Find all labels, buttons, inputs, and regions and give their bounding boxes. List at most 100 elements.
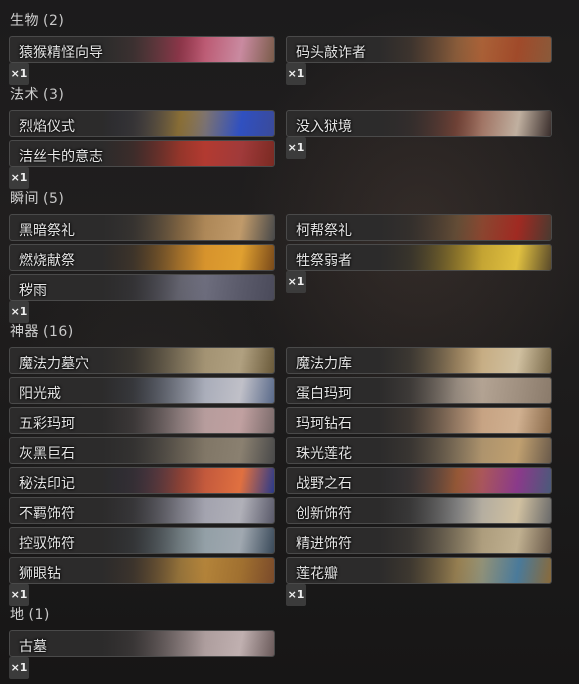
card-name: 黑暗祭礼 xyxy=(19,223,75,239)
card-name: 秽雨 xyxy=(19,283,47,299)
card-row[interactable]: 灰黑巨石 xyxy=(9,437,275,464)
card-art-image xyxy=(102,631,274,656)
card-row[interactable]: 码头敲诈者 xyxy=(286,36,552,63)
card-name: 狮眼钻 xyxy=(19,566,61,582)
card-art-image xyxy=(102,245,274,270)
quantity-badge: ×1 xyxy=(9,167,29,189)
card-name: 创新饰符 xyxy=(296,506,352,522)
card-art-image xyxy=(379,528,551,553)
card-row[interactable]: 战野之石 xyxy=(286,467,552,494)
card-art-image xyxy=(102,37,274,62)
quantity-badge: ×1 xyxy=(9,657,29,679)
card-name: 控驭饰符 xyxy=(19,536,75,552)
card-art-image xyxy=(379,378,551,403)
card-art-image xyxy=(102,111,274,136)
card-row[interactable]: 莲花瓣 xyxy=(286,557,552,584)
card-name: 阳光戒 xyxy=(19,386,61,402)
card-row[interactable]: 洁丝卡的意志 xyxy=(9,140,275,167)
card-name: 魔法力库 xyxy=(296,356,352,372)
card-name: 秘法印记 xyxy=(19,476,75,492)
card-art-image xyxy=(102,215,274,240)
card-art-image xyxy=(102,348,274,373)
card-name: 不羁饰符 xyxy=(19,506,75,522)
card-name: 玛珂钻石 xyxy=(296,416,352,432)
quantity-badge: ×1 xyxy=(286,271,306,293)
card-art-image xyxy=(102,438,274,463)
card-name: 战野之石 xyxy=(296,476,352,492)
card-row[interactable]: 猿猴精怪向导 xyxy=(9,36,275,63)
card-row[interactable]: 古墓 xyxy=(9,630,275,657)
card-row[interactable]: 不羁饰符 xyxy=(9,497,275,524)
section-title: 瞬间 (5) xyxy=(10,188,64,208)
card-row[interactable]: 秽雨 xyxy=(9,274,275,301)
card-name: 猿猴精怪向导 xyxy=(19,45,103,61)
section-count: (3) xyxy=(43,87,65,103)
card-row[interactable]: 魔法力墓穴 xyxy=(9,347,275,374)
card-row[interactable]: 魔法力库 xyxy=(286,347,552,374)
card-art-image xyxy=(102,528,274,553)
section-title: 法术 (3) xyxy=(10,84,64,104)
card-art-image xyxy=(379,438,551,463)
card-row[interactable]: 柯帮祭礼 xyxy=(286,214,552,241)
quantity-badge: ×1 xyxy=(9,584,29,606)
card-name: 精进饰符 xyxy=(296,536,352,552)
card-row[interactable]: 玛珂钻石 xyxy=(286,407,552,434)
card-art-image xyxy=(379,558,551,583)
section-title: 神器 (16) xyxy=(10,321,74,341)
card-art-image xyxy=(379,498,551,523)
section-title: 生物 (2) xyxy=(10,10,64,30)
card-art-image xyxy=(102,275,274,300)
card-row[interactable]: 创新饰符 xyxy=(286,497,552,524)
card-art-image xyxy=(102,141,274,166)
card-art-image xyxy=(379,348,551,373)
card-art-image xyxy=(102,558,274,583)
quantity-badge: ×1 xyxy=(286,137,306,159)
section-title-text: 地 xyxy=(10,607,25,623)
card-name: 五彩玛珂 xyxy=(19,416,75,432)
card-name: 没入狱境 xyxy=(296,119,352,135)
card-art-image xyxy=(102,498,274,523)
card-row[interactable]: 牲祭弱者 xyxy=(286,244,552,271)
card-row[interactable]: 秘法印记 xyxy=(9,467,275,494)
card-name: 蛋白玛珂 xyxy=(296,386,352,402)
card-row[interactable]: 五彩玛珂 xyxy=(9,407,275,434)
card-name: 灰黑巨石 xyxy=(19,446,75,462)
card-name: 珠光莲花 xyxy=(296,446,352,462)
card-row[interactable]: 阳光戒 xyxy=(9,377,275,404)
card-art-image xyxy=(102,468,274,493)
card-name: 魔法力墓穴 xyxy=(19,356,89,372)
card-name: 码头敲诈者 xyxy=(296,45,366,61)
card-art-image xyxy=(379,215,551,240)
quantity-badge: ×1 xyxy=(286,584,306,606)
card-row[interactable]: 烈焰仪式 xyxy=(9,110,275,137)
section-title-text: 神器 xyxy=(10,324,39,340)
card-art-image xyxy=(379,468,551,493)
card-name: 洁丝卡的意志 xyxy=(19,149,103,165)
card-row[interactable]: 控驭饰符 xyxy=(9,527,275,554)
quantity-badge: ×1 xyxy=(9,301,29,323)
card-row[interactable]: 蛋白玛珂 xyxy=(286,377,552,404)
card-art-image xyxy=(102,408,274,433)
card-row[interactable]: 精进饰符 xyxy=(286,527,552,554)
section-count: (16) xyxy=(43,324,74,340)
section-title-text: 法术 xyxy=(10,87,39,103)
card-art-image xyxy=(379,408,551,433)
card-art-image xyxy=(379,37,551,62)
card-row[interactable]: 黑暗祭礼 xyxy=(9,214,275,241)
card-row[interactable]: 没入狱境 xyxy=(286,110,552,137)
card-art-image xyxy=(379,111,551,136)
section-title: 地 (1) xyxy=(10,604,50,624)
quantity-badge: ×1 xyxy=(286,63,306,85)
card-art-image xyxy=(102,378,274,403)
card-row[interactable]: 珠光莲花 xyxy=(286,437,552,464)
card-row[interactable]: 狮眼钻 xyxy=(9,557,275,584)
quantity-badge: ×1 xyxy=(9,63,29,85)
card-name: 牲祭弱者 xyxy=(296,253,352,269)
card-row[interactable]: 燃烧献祭 xyxy=(9,244,275,271)
card-name: 柯帮祭礼 xyxy=(296,223,352,239)
section-count: (5) xyxy=(43,191,65,207)
section-count: (2) xyxy=(43,13,65,29)
section-title-text: 瞬间 xyxy=(10,191,39,207)
card-art-image xyxy=(379,245,551,270)
section-title-text: 生物 xyxy=(10,13,39,29)
